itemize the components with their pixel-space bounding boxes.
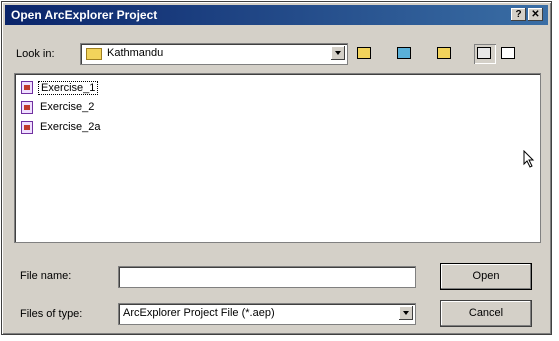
chevron-down-icon[interactable] [331, 46, 345, 60]
up-one-level-button[interactable] [354, 44, 376, 64]
details-view-button[interactable] [498, 44, 520, 64]
project-file-icon [21, 81, 33, 94]
file-name-input[interactable] [118, 266, 416, 288]
file-name: Exercise_1 [38, 81, 99, 95]
chevron-down-icon[interactable] [399, 306, 413, 320]
project-file-icon [21, 101, 33, 114]
cancel-button[interactable]: Cancel [440, 300, 532, 327]
folder-icon [86, 48, 102, 60]
file-type-label: Files of type: [20, 308, 83, 320]
open-project-dialog: Open ArcExplorer Project ? ✕ Look in: Ka… [1, 1, 552, 335]
look-in-dropdown[interactable]: Kathmandu [80, 43, 348, 65]
new-folder-button[interactable] [434, 44, 456, 64]
file-name-label: File name: [20, 270, 72, 282]
file-name: Exercise_2a [40, 121, 101, 133]
file-name: Exercise_2 [40, 101, 95, 113]
details-view-icon [501, 47, 515, 59]
dialog-title: Open ArcExplorer Project [11, 8, 158, 22]
file-type-dropdown[interactable]: ArcExplorer Project File (*.aep) [118, 303, 416, 325]
look-in-value: Kathmandu [107, 47, 164, 59]
new-folder-icon [437, 47, 451, 59]
pointer-arrow-icon [523, 150, 535, 168]
desktop-icon [397, 47, 411, 59]
close-button[interactable]: ✕ [528, 8, 543, 21]
look-in-label: Look in: [16, 48, 55, 60]
list-view-icon [477, 47, 491, 59]
list-view-button[interactable] [474, 44, 496, 64]
title-bar: Open ArcExplorer Project ? ✕ [5, 5, 548, 25]
project-file-icon [21, 121, 33, 134]
file-list[interactable]: Exercise_1 Exercise_2 Exercise_2a [14, 73, 541, 243]
open-button[interactable]: Open [440, 263, 532, 290]
desktop-button[interactable] [394, 44, 416, 64]
help-button[interactable]: ? [511, 8, 526, 21]
up-one-level-icon [357, 47, 371, 59]
file-type-value: ArcExplorer Project File (*.aep) [123, 307, 275, 319]
